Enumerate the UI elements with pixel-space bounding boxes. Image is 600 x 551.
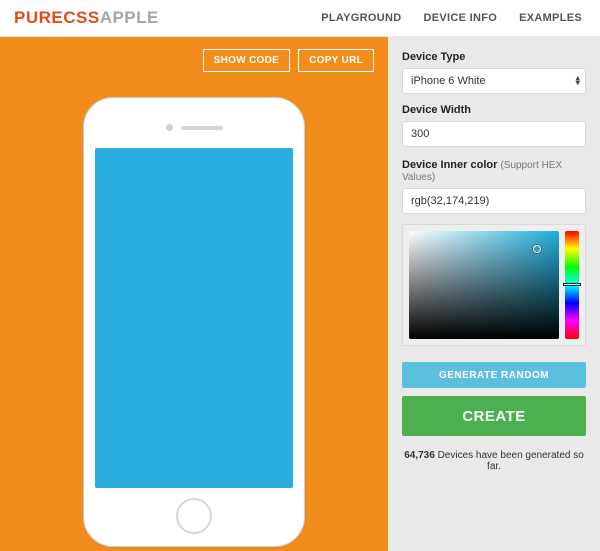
device-width-input[interactable]: [402, 121, 586, 147]
device-type-select-wrap: iPhone 6 White ▴▾: [402, 68, 586, 94]
sidebar-panel: Device Type iPhone 6 White ▴▾ Device Wid…: [388, 37, 600, 551]
inner-color-input[interactable]: [402, 188, 586, 214]
stage-buttons: SHOW CODE COPY URL: [203, 49, 374, 72]
color-picker: [402, 224, 586, 346]
device-type-label: Device Type: [402, 51, 586, 63]
saturation-value-area[interactable]: [409, 231, 559, 339]
phone-top-elements: [84, 124, 304, 131]
stats-count: 64,736: [404, 450, 435, 461]
stats-suffix: Devices have been generated so far.: [435, 450, 584, 472]
stats-text: 64,736 Devices have been generated so fa…: [402, 450, 586, 472]
create-button[interactable]: CREATE: [402, 396, 586, 436]
logo: PURECSSAPPLE: [14, 8, 159, 28]
nav-examples[interactable]: EXAMPLES: [519, 12, 582, 24]
nav-device-info[interactable]: DEVICE INFO: [423, 12, 497, 24]
home-button-icon: [176, 498, 212, 534]
generate-random-button[interactable]: GENERATE RANDOM: [402, 362, 586, 388]
copy-url-button[interactable]: COPY URL: [298, 49, 374, 72]
device-type-select[interactable]: iPhone 6 White: [402, 68, 586, 94]
inner-color-label-text: Device Inner color: [402, 159, 497, 171]
hue-slider[interactable]: [565, 231, 579, 339]
phone-screen: [95, 148, 293, 488]
hue-cursor-icon: [563, 283, 581, 286]
show-code-button[interactable]: SHOW CODE: [203, 49, 290, 72]
nav: PLAYGROUND DEVICE INFO EXAMPLES: [321, 12, 582, 24]
main: SHOW CODE COPY URL Device Type iPhone 6 …: [0, 37, 600, 551]
stage: SHOW CODE COPY URL: [0, 37, 388, 551]
speaker-icon: [181, 126, 223, 130]
logo-part2: APPLE: [100, 8, 159, 27]
device-width-label: Device Width: [402, 104, 586, 116]
camera-icon: [166, 124, 173, 131]
logo-part1: PURECSS: [14, 8, 100, 27]
device-preview: [83, 97, 305, 547]
sv-cursor-icon: [533, 245, 541, 253]
inner-color-label: Device Inner color (Support HEX Values): [402, 159, 586, 183]
nav-playground[interactable]: PLAYGROUND: [321, 12, 401, 24]
header: PURECSSAPPLE PLAYGROUND DEVICE INFO EXAM…: [0, 0, 600, 37]
